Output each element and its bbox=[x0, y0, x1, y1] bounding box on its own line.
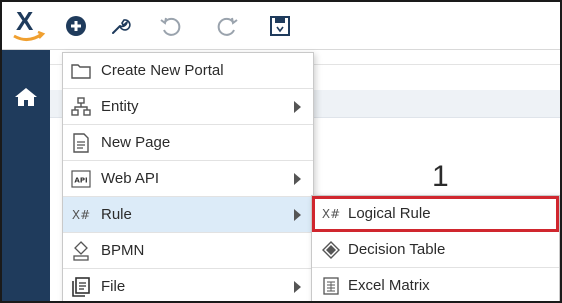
excel-matrix-icon bbox=[322, 277, 340, 295]
submenu-item-excel-matrix[interactable]: Excel Matrix bbox=[312, 268, 559, 301]
menu-item-label: Rule bbox=[101, 206, 132, 223]
wrench-icon[interactable] bbox=[108, 14, 132, 38]
redo-icon[interactable] bbox=[216, 14, 240, 38]
bpmn-icon bbox=[71, 241, 91, 261]
menu-item-create-new-portal[interactable]: Create New Portal bbox=[63, 53, 313, 89]
save-icon[interactable] bbox=[268, 14, 292, 38]
submenu-arrow-icon bbox=[294, 101, 301, 113]
svg-text:X: X bbox=[16, 6, 34, 36]
entity-hierarchy-icon bbox=[71, 97, 91, 117]
menu-item-label: Create New Portal bbox=[101, 62, 224, 79]
app-window: X Create New Portal Entity New Page API … bbox=[0, 0, 562, 303]
menu-item-rule[interactable]: X# Rule bbox=[63, 197, 313, 233]
api-icon: API bbox=[71, 169, 91, 189]
submenu-item-decision-table[interactable]: Decision Table bbox=[312, 232, 559, 268]
menu-item-bpmn[interactable]: BPMN bbox=[63, 233, 313, 269]
submenu-item-label: Excel Matrix bbox=[348, 277, 430, 294]
menu-item-label: File bbox=[101, 278, 126, 295]
menu-item-label: Entity bbox=[101, 98, 139, 115]
rule-icon: X# bbox=[71, 208, 91, 222]
folder-icon bbox=[71, 61, 91, 81]
svg-text:API: API bbox=[74, 177, 87, 185]
home-icon[interactable] bbox=[14, 86, 38, 108]
submenu-arrow-icon bbox=[294, 173, 301, 185]
submenu-item-label: Logical Rule bbox=[348, 205, 431, 222]
menu-item-label: BPMN bbox=[101, 242, 145, 259]
logical-rule-icon: X# bbox=[321, 207, 341, 221]
menu-item-label: Web API bbox=[101, 170, 160, 187]
submenu-arrow-icon bbox=[294, 281, 301, 293]
menu-item-new-page[interactable]: New Page bbox=[63, 125, 313, 161]
top-toolbar: X bbox=[2, 2, 560, 50]
menu-item-label: New Page bbox=[101, 134, 171, 151]
menu-item-entity[interactable]: Entity bbox=[63, 89, 313, 125]
left-sidebar bbox=[2, 50, 50, 301]
file-icon bbox=[71, 277, 91, 297]
menu-item-web-api[interactable]: API Web API bbox=[63, 161, 313, 197]
undo-icon[interactable] bbox=[158, 14, 182, 38]
decision-table-icon bbox=[322, 241, 340, 259]
add-circle-icon[interactable] bbox=[64, 14, 88, 38]
page-icon bbox=[71, 133, 91, 153]
submenu-item-label: Decision Table bbox=[348, 241, 446, 258]
menu-item-file[interactable]: File bbox=[63, 269, 313, 301]
rule-submenu: X# Logical Rule Decision Table Excel Mat… bbox=[311, 195, 560, 301]
submenu-item-logical-rule[interactable]: X# Logical Rule bbox=[312, 196, 559, 232]
app-logo[interactable]: X bbox=[10, 6, 46, 46]
submenu-arrow-icon bbox=[294, 209, 301, 221]
new-item-menu: Create New Portal Entity New Page API We… bbox=[62, 52, 314, 301]
step-callout-number: 1 bbox=[432, 160, 449, 193]
